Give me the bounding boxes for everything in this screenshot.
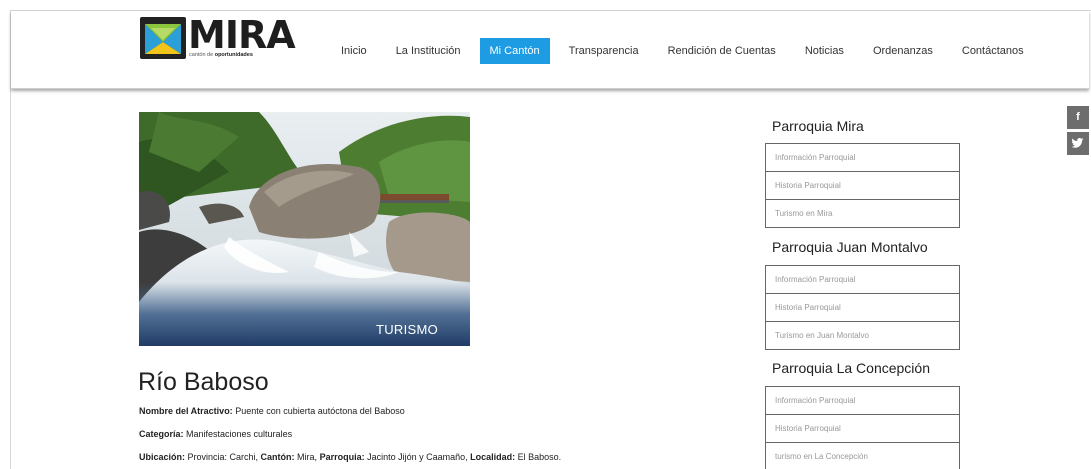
sidebar-item-historia-la-concepcion[interactable]: Historia Parroquial — [766, 415, 959, 443]
main-nav: Inicio La Institución Mi Cantón Transpar… — [331, 38, 1043, 64]
logo-wordmark: MIRA — [188, 13, 296, 57]
parroquia-label: Parroquia: — [319, 452, 365, 462]
canton-value: Mira, — [294, 452, 320, 462]
info-nombre: Nombre del Atractivo: Puente con cubiert… — [139, 406, 405, 416]
sidebar-title-la-concepcion: Parroquia La Concepción — [772, 360, 930, 376]
sidebar-item-informacion-la-concepcion[interactable]: Información Parroquial — [766, 387, 959, 415]
localidad-value: El Baboso. — [515, 452, 562, 462]
sidebar-item-historia-juan-montalvo[interactable]: Historia Parroquial — [766, 294, 959, 322]
twitter-icon[interactable] — [1067, 132, 1089, 155]
nav-rendicion-de-cuentas[interactable]: Rendición de Cuentas — [658, 38, 786, 64]
logo-tagline: cantón de oportunidades — [189, 52, 253, 58]
info-categoria: Categoría: Manifestaciones culturales — [139, 429, 292, 439]
nav-contactanos[interactable]: Contáctanos — [952, 38, 1034, 64]
sidebar-list-la-concepcion: Información Parroquial Historia Parroqui… — [765, 386, 960, 469]
sidebar-item-turismo-mira[interactable]: Turismo en Mira — [766, 200, 959, 228]
sidebar-item-historia-mira[interactable]: Historia Parroquial — [766, 172, 959, 200]
sidebar-item-informacion-mira[interactable]: Información Parroquial — [766, 144, 959, 172]
localidad-label: Localidad: — [470, 452, 516, 462]
info-ubicacion: Ubicación: Provincia: Carchi, Cantón: Mi… — [139, 452, 561, 462]
sidebar-title-mira: Parroquia Mira — [772, 118, 864, 134]
nav-noticias[interactable]: Noticias — [795, 38, 854, 64]
sidebar-item-turismo-juan-montalvo[interactable]: Turismo en Juan Montalvo — [766, 322, 959, 350]
sidebar-item-turismo-la-concepcion[interactable]: turismo en La Concepción — [766, 443, 959, 469]
nav-ordenanzas[interactable]: Ordenanzas — [863, 38, 943, 64]
nombre-value: Puente con cubierta autóctona del Baboso — [232, 406, 405, 416]
logo-emblem-icon — [140, 17, 186, 59]
sidebar-item-informacion-juan-montalvo[interactable]: Información Parroquial — [766, 266, 959, 294]
ubicacion-label: Ubicación: — [139, 452, 186, 462]
nav-inicio[interactable]: Inicio — [331, 38, 377, 64]
sidebar-list-juan-montalvo: Información Parroquial Historia Parroqui… — [765, 265, 960, 350]
hero-image: TURISMO — [139, 112, 470, 346]
page-title: Río Baboso — [138, 368, 269, 396]
parroquia-value: Jacinto Jijón y Caamaño, — [364, 452, 471, 462]
sidebar-title-juan-montalvo: Parroquia Juan Montalvo — [772, 239, 928, 255]
nav-la-institucion[interactable]: La Institución — [386, 38, 471, 64]
ubicacion-provincia: Provincia: Carchi, — [185, 452, 261, 462]
nombre-label: Nombre del Atractivo: — [139, 406, 233, 416]
facebook-icon[interactable]: f — [1067, 106, 1089, 129]
sidebar-list-mira: Información Parroquial Historia Parroqui… — [765, 143, 960, 228]
nav-mi-canton[interactable]: Mi Cantón — [479, 38, 550, 64]
categoria-value: Manifestaciones culturales — [183, 429, 293, 439]
hero-caption: TURISMO — [375, 322, 438, 337]
nav-transparencia[interactable]: Transparencia — [559, 38, 649, 64]
site-logo[interactable]: MIRA cantón de oportunidades — [140, 13, 296, 69]
canton-label: Cantón: — [260, 452, 295, 462]
categoria-label: Categoría: — [139, 429, 184, 439]
site-header: MIRA cantón de oportunidades Inicio La I… — [11, 11, 1089, 89]
